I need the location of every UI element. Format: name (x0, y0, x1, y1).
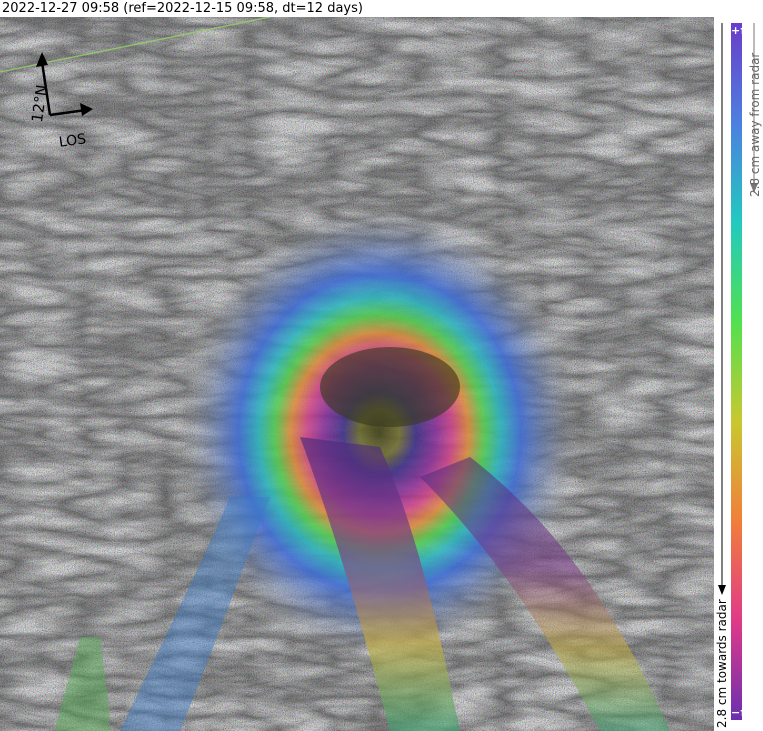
interferogram-image (0, 17, 714, 731)
away-label: 2.8 cm away from radar (748, 52, 762, 197)
towards-label: 2.8 cm towards radar (715, 599, 729, 728)
towards-arrow-icon (718, 23, 726, 595)
colorbar-top-symbol: +π (731, 24, 749, 37)
interferogram-map: 12°N LOS (0, 17, 714, 731)
colorbar-bottom-symbol: −π (731, 706, 749, 719)
phase-colorbar: +π −π 2.8 cm away from radar 2.8 cm towa… (714, 17, 763, 731)
caption-text: 2022-12-27 09:58 (ref=2022-12-15 09:58, … (2, 1, 363, 16)
colorbar-strip (731, 23, 742, 720)
image-caption: 2022-12-27 09:58 (ref=2022-12-15 09:58, … (0, 0, 722, 17)
